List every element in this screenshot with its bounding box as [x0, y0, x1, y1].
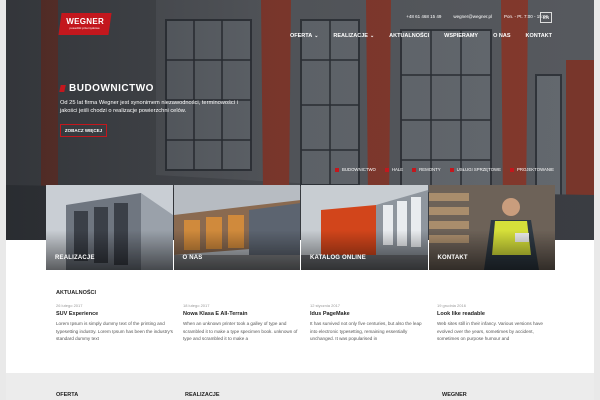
slide-square-icon	[384, 167, 389, 172]
slide-label: HALE	[391, 167, 404, 172]
footer-heading-oferta: OFERTA	[56, 392, 79, 398]
news-item[interactable]: 12 stycznia 2017 Idus PageMake It has su…	[310, 303, 428, 343]
news-title[interactable]: Idus PageMake	[310, 311, 428, 317]
slide-label: REMONTY	[419, 167, 441, 172]
page: WEGNER posadzki przemysłowe +48 61 468 1…	[6, 0, 594, 400]
slide-square-icon	[412, 167, 417, 172]
slide-label: USŁUGI SPRZĘTOWE	[456, 167, 501, 172]
news-title[interactable]: SUV Experience	[56, 311, 174, 317]
chevron-down-icon: ⌄	[314, 33, 319, 39]
news-title[interactable]: Nowa Klasa E All-Terrain	[183, 311, 301, 317]
logo[interactable]: WEGNER posadzki przemysłowe	[58, 13, 112, 35]
contact-bar: +48 61 468 15 49 wegner@wegner.pl Pon. -…	[406, 14, 548, 19]
nav-oferta-label: OFERTA	[290, 33, 313, 39]
tile-label: KONTAKT	[437, 255, 468, 261]
slide-square-icon	[449, 167, 454, 172]
tile-realizacje[interactable]: REALIZACJE	[46, 185, 173, 270]
footer: OFERTA REALIZACJE WEGNER	[6, 373, 594, 400]
tile-katalog-online[interactable]: KATALOG ONLINE	[301, 185, 428, 270]
news-item[interactable]: 18 lutego 2017 Nowa Klasa E All-Terrain …	[183, 303, 301, 343]
main-nav: OFERTA ⌄ REALIZACJE ⌄ AKTUALNOŚCI WSPIER…	[290, 33, 552, 39]
logo-text: WEGNER	[66, 17, 105, 26]
news-date: 12 stycznia 2017	[310, 303, 341, 308]
nav-wspieramy[interactable]: WSPIERAMY	[444, 33, 478, 39]
slide-label: PROJEKTOWANIE	[516, 167, 554, 172]
feature-tiles: REALIZACJE O NAS KATALOG ONLINE KONTAKT	[46, 185, 555, 270]
tile-overlay	[428, 230, 555, 270]
slide-projektowanie[interactable]: PROJEKTOWANIE	[509, 167, 554, 172]
slide-square-icon	[335, 167, 339, 172]
nav-aktualnosci[interactable]: AKTUALNOŚCI	[389, 33, 429, 39]
language-switch[interactable]: EN	[540, 12, 552, 23]
slider-nav: BUDOWNICTWO HALE REMONTY USŁUGI SPRZĘTOW…	[335, 167, 554, 172]
slide-label: BUDOWNICTWO	[342, 167, 376, 172]
logo-tagline: posadzki przemysłowe	[69, 26, 100, 30]
hero-title: BUDOWNICTWO	[69, 83, 154, 94]
tile-overlay	[301, 230, 428, 270]
nav-realizacje-label: REALIZACJE	[333, 33, 368, 39]
slide-hale[interactable]: HALE	[384, 167, 404, 172]
slide-remonty[interactable]: REMONTY	[412, 167, 441, 172]
hero-description: Od 25 lat firma Wegner jest synonimem ni…	[60, 100, 238, 114]
tile-label: O NAS	[182, 255, 203, 261]
tile-overlay	[46, 230, 173, 270]
hero-heading: BUDOWNICTWO	[59, 83, 154, 94]
news-list: 26 lutego 2017 SUV Experience Lorem Ipsu…	[56, 303, 556, 343]
news-heading: AKTUALNOŚCI	[56, 290, 97, 296]
phone-link[interactable]: +48 61 468 15 49	[406, 14, 441, 19]
footer-heading-realizacje: REALIZACJE	[185, 392, 220, 398]
news-excerpt: Lorem Ipsum is simply dummy text of the …	[56, 321, 173, 342]
title-marker-icon	[59, 85, 66, 92]
tile-overlay	[173, 230, 300, 270]
news-excerpt: When an unknown printer took a galley of…	[183, 321, 298, 342]
news-date: 26 lutego 2017	[56, 303, 83, 308]
tile-o-nas[interactable]: O NAS	[173, 185, 300, 270]
nav-kontakt[interactable]: KONTAKT	[526, 33, 552, 39]
news-excerpt: Web sites still in their infancy. Variou…	[437, 321, 543, 342]
news-item[interactable]: 26 lutego 2017 SUV Experience Lorem Ipsu…	[56, 303, 174, 343]
see-more-button[interactable]: ZOBACZ WIĘCEJ	[60, 124, 107, 137]
footer-heading-wegner: WEGNER	[442, 392, 467, 398]
news-date: 19 grudnia 2016	[437, 303, 466, 308]
tile-kontakt[interactable]: KONTAKT	[428, 185, 555, 270]
email-link[interactable]: wegner@wegner.pl	[453, 14, 492, 19]
slide-uslugi-sprzetowe[interactable]: USŁUGI SPRZĘTOWE	[449, 167, 501, 172]
slide-budownictwo[interactable]: BUDOWNICTWO	[335, 167, 376, 172]
tile-label: KATALOG ONLINE	[310, 255, 366, 261]
chevron-down-icon: ⌄	[369, 33, 375, 39]
nav-realizacje[interactable]: REALIZACJE ⌄	[333, 33, 374, 39]
nav-oferta[interactable]: OFERTA ⌄	[290, 33, 318, 39]
news-excerpt: It has survived not only five centuries,…	[310, 321, 422, 342]
news-date: 18 lutego 2017	[183, 303, 210, 308]
nav-o-nas[interactable]: O NAS	[493, 33, 510, 39]
tile-label: REALIZACJE	[55, 255, 95, 261]
news-title[interactable]: Look like readable	[437, 311, 555, 317]
news-item[interactable]: 19 grudnia 2016 Look like readable Web s…	[437, 303, 555, 343]
slide-square-icon	[509, 167, 514, 172]
